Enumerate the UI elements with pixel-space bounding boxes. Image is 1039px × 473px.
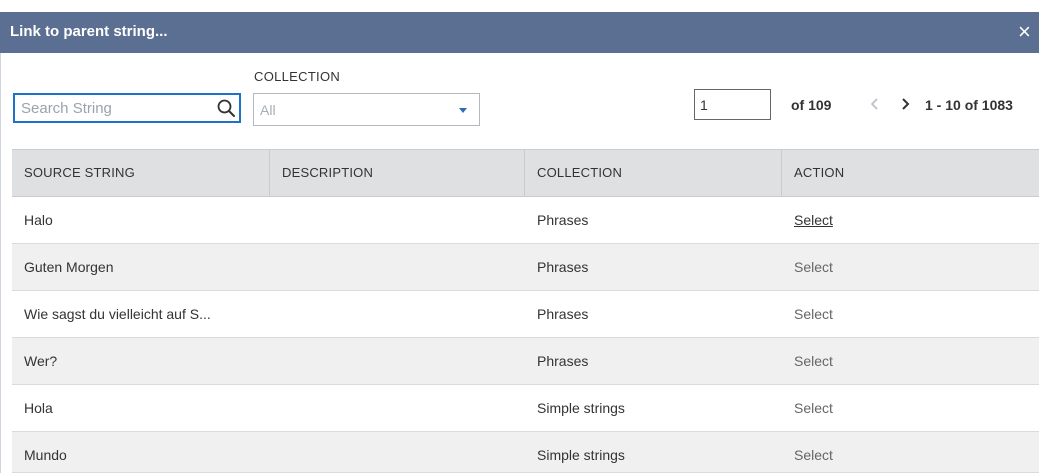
- table-row: Mundo Simple strings Select: [12, 432, 1039, 473]
- link-parent-dialog: Link to parent string... × COLLECTION Al…: [0, 0, 1039, 473]
- total-pages-label: of 109: [791, 97, 832, 113]
- dialog-left-border: [0, 53, 1, 473]
- table-row: Wer? Phrases Select: [12, 338, 1039, 385]
- collection-cell: Phrases: [537, 259, 589, 275]
- column-header-description[interactable]: DESCRIPTION: [270, 150, 525, 196]
- close-icon[interactable]: ×: [1018, 19, 1039, 45]
- search-input[interactable]: [21, 98, 211, 118]
- column-header-source-string[interactable]: SOURCE STRING: [12, 150, 270, 196]
- select-link[interactable]: Select: [794, 432, 833, 473]
- collection-cell: Phrases: [537, 306, 589, 322]
- table-row: Wie sagst du vielleicht auf S... Phrases…: [12, 291, 1039, 338]
- search-field[interactable]: [13, 93, 241, 123]
- collection-filter-label: COLLECTION: [254, 69, 341, 84]
- select-link[interactable]: Select: [794, 197, 833, 243]
- record-range-label: 1 - 10 of 1083: [925, 97, 1013, 113]
- collection-selected-value: All: [260, 102, 276, 118]
- table-header: SOURCE STRING DESCRIPTION COLLECTION ACT…: [12, 149, 1039, 197]
- source-string-cell: Mundo: [24, 447, 67, 463]
- collection-dropdown[interactable]: All: [253, 93, 480, 126]
- source-string-cell: Halo: [24, 212, 53, 228]
- column-header-action: ACTION: [794, 165, 845, 180]
- table-row: Halo Phrases Select: [12, 197, 1039, 244]
- search-icon[interactable]: [216, 98, 236, 118]
- dialog-title: Link to parent string...: [10, 23, 168, 40]
- source-string-cell: Wie sagst du vielleicht auf S...: [24, 306, 211, 322]
- select-link[interactable]: Select: [794, 338, 833, 384]
- chevron-left-icon[interactable]: [865, 92, 883, 116]
- collection-cell: Simple strings: [537, 447, 625, 463]
- table-row: Hola Simple strings Select: [12, 385, 1039, 432]
- select-link[interactable]: Select: [794, 244, 833, 290]
- collection-cell: Phrases: [537, 353, 589, 369]
- collection-cell: Phrases: [537, 212, 589, 228]
- page-number-input[interactable]: [694, 89, 771, 120]
- source-string-cell: Hola: [24, 400, 53, 416]
- source-string-cell: Wer?: [24, 353, 58, 369]
- select-link[interactable]: Select: [794, 385, 833, 431]
- caret-down-icon: [459, 108, 467, 113]
- select-link[interactable]: Select: [794, 291, 833, 337]
- column-header-collection[interactable]: COLLECTION: [525, 150, 782, 196]
- table-row: Guten Morgen Phrases Select: [12, 244, 1039, 291]
- source-string-cell: Guten Morgen: [24, 259, 114, 275]
- chevron-right-icon[interactable]: [897, 92, 915, 116]
- collection-cell: Simple strings: [537, 400, 625, 416]
- dialog-title-bar: Link to parent string... ×: [0, 12, 1039, 53]
